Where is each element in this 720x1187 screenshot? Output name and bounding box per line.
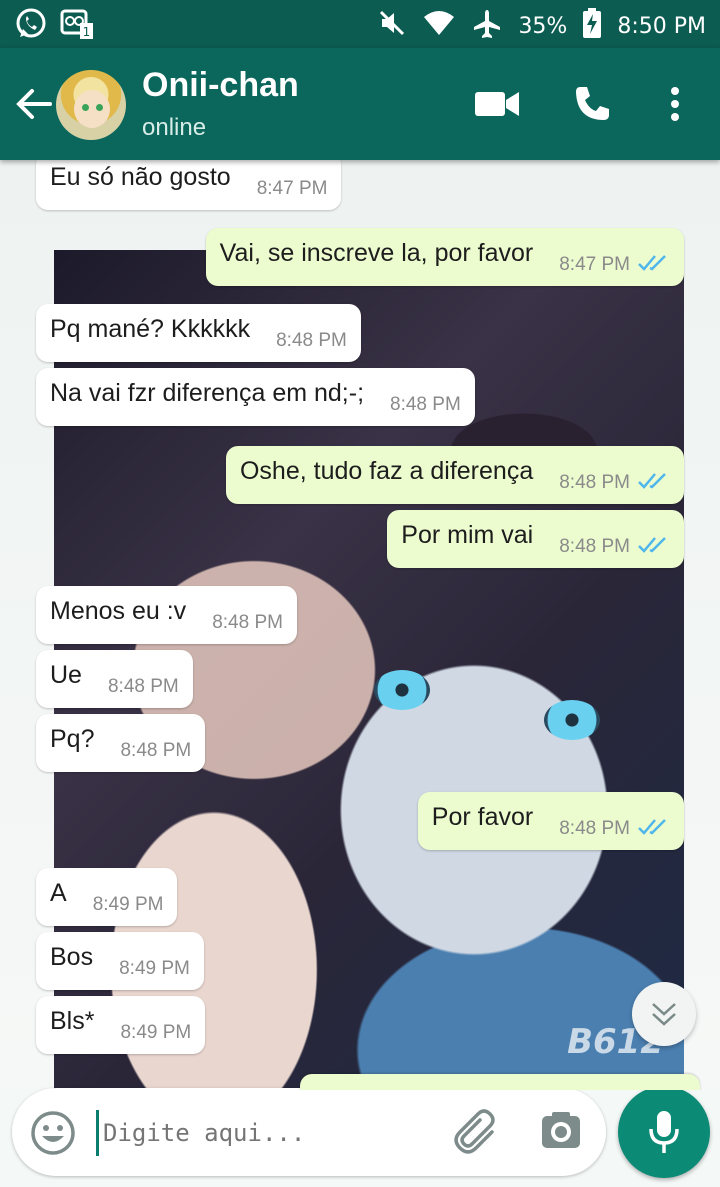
cat-eye	[374, 670, 430, 710]
camera-button[interactable]	[540, 1110, 582, 1157]
message-time: 8:48 PM	[212, 612, 283, 633]
video-call-button[interactable]	[474, 84, 520, 124]
read-receipt-icon	[638, 254, 670, 277]
mute-icon	[378, 9, 406, 43]
message-incoming[interactable]: Bos 8:49 PM	[36, 932, 204, 990]
voicemail-notification-icon: 1	[60, 7, 94, 45]
message-text: A	[50, 878, 67, 907]
message-time: 8:48 PM	[120, 740, 192, 761]
message-text: Por mim vai	[401, 520, 534, 549]
avatar[interactable]	[56, 70, 126, 140]
emoji-button[interactable]	[30, 1110, 76, 1161]
message-text: Vai, se inscreve la, por favor	[219, 238, 534, 267]
double-chevron-down-icon	[652, 1003, 676, 1026]
message-incoming[interactable]: Na vai fzr diferença em nd;-; 8:48 PM	[36, 368, 475, 426]
whatsapp-icon	[14, 7, 48, 45]
message-time: 8:49 PM	[119, 958, 190, 979]
message-incoming[interactable]: A 8:49 PM	[36, 868, 178, 926]
message-incoming[interactable]: Pq? 8:48 PM	[36, 714, 206, 772]
battery-percent: 35%	[518, 13, 568, 39]
message-outgoing[interactable]: Por mim vai 8:48 PM	[387, 510, 684, 568]
message-text: Na vai fzr diferença em nd;-;	[50, 378, 365, 407]
message-outgoing-partial[interactable]	[300, 1074, 700, 1090]
airplane-icon	[472, 8, 502, 44]
message-incoming[interactable]: Bls* 8:49 PM	[36, 996, 206, 1054]
message-time: 8:47 PM	[559, 254, 630, 275]
message-text: Eu só não gosto	[50, 162, 231, 191]
wifi-icon	[422, 9, 456, 43]
read-receipt-icon	[638, 818, 670, 841]
message-outgoing[interactable]: Vai, se inscreve la, por favor 8:47 PM	[205, 228, 684, 286]
message-incoming[interactable]: Eu só não gosto 8:47 PM	[36, 160, 342, 210]
emoji-icon	[31, 1111, 75, 1155]
message-incoming[interactable]: Ue 8:48 PM	[36, 650, 193, 708]
message-outgoing[interactable]: Oshe, tudo faz a diferença 8:48 PM	[225, 446, 684, 504]
message-input[interactable]	[96, 1110, 435, 1156]
battery-charging-icon	[583, 8, 602, 44]
status-bar: 1 35% 8:50 PM	[0, 0, 720, 48]
read-receipt-icon	[638, 472, 670, 495]
message-text: Pq?	[50, 724, 95, 753]
message-time: 8:48 PM	[390, 394, 461, 415]
camera-icon	[542, 1112, 580, 1148]
message-incoming[interactable]: Pq mané? Kkkkkk 8:48 PM	[36, 304, 361, 362]
message-list[interactable]: B612 Eu só não gosto 8:47 PM Vai, se ins…	[0, 160, 720, 1090]
message-time: 8:48 PM	[559, 472, 630, 493]
message-text: Por favor	[431, 802, 534, 831]
contact-name[interactable]: Onii-chan	[142, 66, 299, 105]
more-options-icon	[671, 87, 679, 121]
message-text: Ue	[50, 660, 82, 689]
more-options-button[interactable]	[660, 84, 690, 124]
message-time: 8:48 PM	[107, 676, 179, 697]
back-arrow-icon	[16, 89, 52, 119]
svg-text:1: 1	[83, 25, 91, 39]
message-composer	[12, 1088, 606, 1176]
message-time: 8:49 PM	[120, 1022, 192, 1043]
attach-icon	[454, 1109, 495, 1154]
mic-icon	[649, 1111, 679, 1153]
message-text: Menos eu :v	[50, 596, 187, 625]
message-time: 8:48 PM	[559, 536, 630, 557]
clock: 8:50 PM	[617, 13, 706, 39]
message-text: Oshe, tudo faz a diferença	[239, 456, 534, 485]
video-call-icon	[475, 92, 519, 116]
message-time: 8:48 PM	[559, 818, 630, 839]
message-incoming[interactable]: Menos eu :v 8:48 PM	[36, 586, 297, 644]
message-outgoing[interactable]: Por favor 8:48 PM	[417, 792, 684, 850]
presence-status: online	[142, 114, 207, 141]
message-time: 8:49 PM	[92, 894, 164, 915]
back-button[interactable]	[14, 86, 54, 122]
message-text: Pq mané? Kkkkkk	[50, 314, 251, 343]
message-time: 8:48 PM	[276, 330, 347, 351]
scroll-to-bottom-button[interactable]	[632, 982, 696, 1046]
message-text: Bos	[50, 942, 94, 971]
chat-header: Onii-chan online	[0, 48, 720, 160]
voice-call-button[interactable]	[570, 84, 614, 124]
attach-button[interactable]	[452, 1108, 500, 1161]
message-text: Bls*	[50, 1006, 95, 1035]
cat-eye	[544, 700, 600, 740]
read-receipt-icon	[638, 536, 670, 559]
message-time: 8:47 PM	[256, 178, 328, 199]
phone-icon	[576, 87, 609, 120]
mic-button[interactable]	[618, 1086, 710, 1178]
